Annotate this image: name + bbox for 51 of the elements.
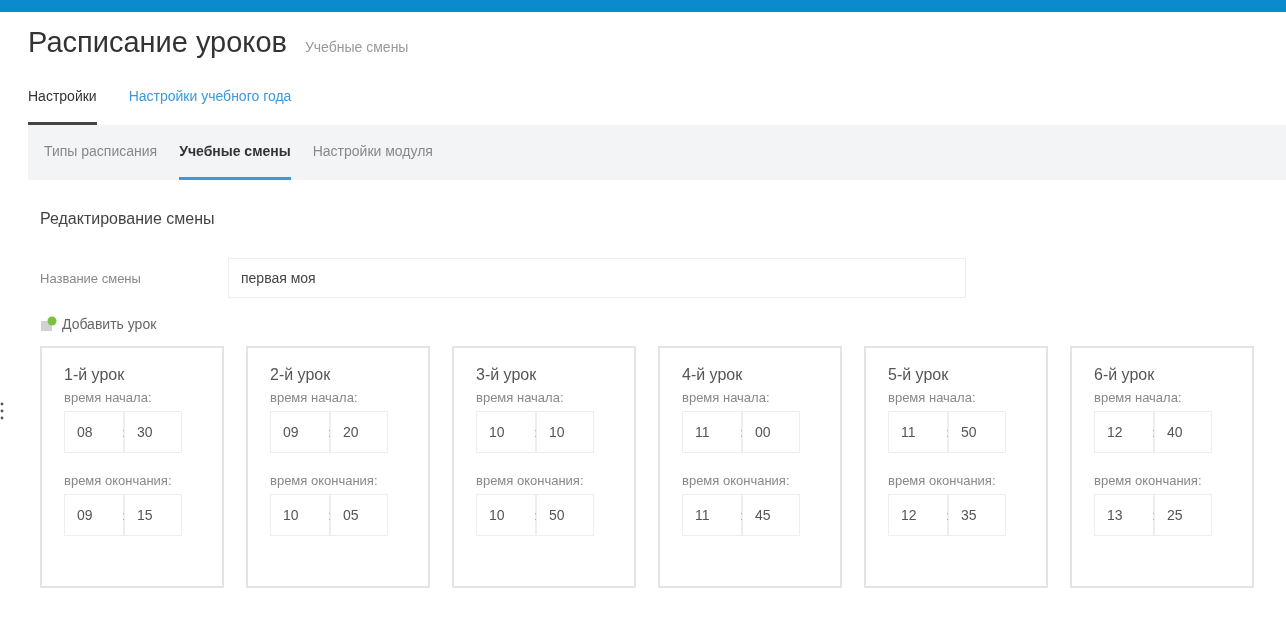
lesson-title: 3-й урок <box>476 366 537 384</box>
end-time-label: время окончания: <box>682 473 790 488</box>
minute-field[interactable]: 40 <box>1154 411 1212 453</box>
page-title: Расписание уроков <box>28 26 287 59</box>
subtab[interactable]: Учебные смены <box>179 125 291 180</box>
minute-field[interactable]: 10 <box>536 411 594 453</box>
drag-handle-icon[interactable] <box>0 400 6 422</box>
shift-name-field[interactable]: первая моя <box>228 258 966 298</box>
time-separator: : <box>122 507 126 523</box>
minute-field[interactable]: 00 <box>742 411 800 453</box>
minute-field[interactable]: 45 <box>742 494 800 536</box>
time-separator: : <box>946 507 950 523</box>
add-icon <box>40 316 58 332</box>
end-time-label: время окончания: <box>888 473 996 488</box>
minute-field[interactable]: 25 <box>1154 494 1212 536</box>
minute-field[interactable]: 20 <box>330 411 388 453</box>
time-separator: : <box>946 424 950 440</box>
page-subtitle: Учебные смены <box>304 39 409 55</box>
time-separator: : <box>740 424 744 440</box>
minute-field[interactable]: 30 <box>124 411 182 453</box>
lesson-title: 4-й урок <box>682 366 743 384</box>
start-time-label: время начала: <box>888 390 976 405</box>
end-time-label: время окончания: <box>64 473 172 488</box>
start-time-label: время начала: <box>682 390 770 405</box>
lesson-title: 2-й урок <box>270 366 331 384</box>
start-time-label: время начала: <box>1094 390 1182 405</box>
section-heading: Редактирование смены <box>40 210 216 228</box>
start-time-label: время начала: <box>476 390 564 405</box>
start-time-label: время начала: <box>270 390 358 405</box>
minute-field[interactable]: 50 <box>536 494 594 536</box>
lesson-title: 6-й урок <box>1094 366 1155 384</box>
end-time-label: время окончания: <box>476 473 584 488</box>
time-separator: : <box>1152 424 1156 440</box>
time-separator: : <box>328 507 332 523</box>
minute-field[interactable]: 15 <box>124 494 182 536</box>
start-time-label: время начала: <box>64 390 152 405</box>
time-separator: : <box>122 424 126 440</box>
lesson-title: 1-й урок <box>64 366 125 384</box>
add-lesson-link[interactable]: Добавить урок <box>40 316 157 332</box>
time-separator: : <box>1152 507 1156 523</box>
time-separator: : <box>328 424 332 440</box>
lesson-title: 5-й урок <box>888 366 949 384</box>
time-separator: : <box>534 424 538 440</box>
time-separator: : <box>740 507 744 523</box>
end-time-label: время окончания: <box>1094 473 1202 488</box>
time-separator: : <box>534 507 538 523</box>
minute-field[interactable]: 50 <box>948 411 1006 453</box>
end-time-label: время окончания: <box>270 473 378 488</box>
minute-field[interactable]: 35 <box>948 494 1006 536</box>
field-label: Название смены <box>40 270 142 286</box>
minute-field[interactable]: 05 <box>330 494 388 536</box>
